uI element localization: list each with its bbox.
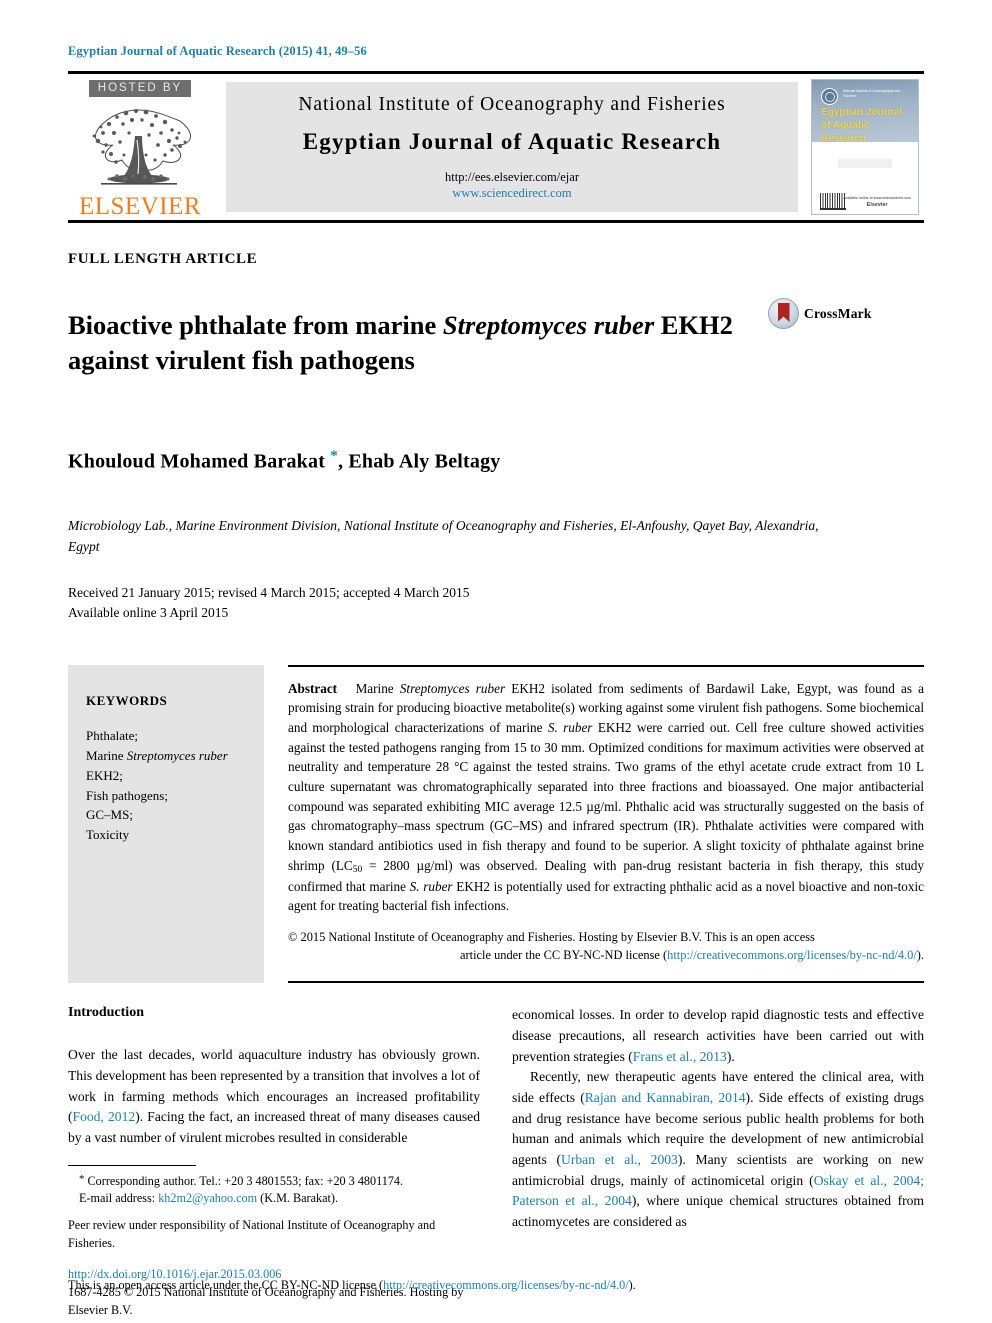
intro-paragraph-left: Over the last decades, world aquaculture… xyxy=(68,1045,480,1148)
received-date: Received 21 January 2015; revised 4 Marc… xyxy=(68,585,470,601)
column-left: Introduction Over the last decades, worl… xyxy=(68,1005,480,1319)
license-footer-suffix: ). xyxy=(628,1278,636,1293)
abstract-bottom-rule xyxy=(288,981,924,984)
corresponding-author-text: Corresponding author. Tel.: +20 3 480155… xyxy=(87,1173,404,1188)
abstract-seg-3: EKH2 were carried out. Cell free culture… xyxy=(288,719,925,873)
abstract-italic-2: S. ruber xyxy=(547,719,593,735)
article-type-label: FULL LENGTH ARTICLE xyxy=(68,251,258,267)
title-italic-genus: Streptomyces xyxy=(442,309,588,340)
journal-urls: http://ees.elsevier.com/ejar www.science… xyxy=(445,169,579,201)
keyword-text: Fish pathogens; xyxy=(86,787,168,803)
keyword-text: EKH2; xyxy=(86,767,123,783)
copyright-line-1: © 2015 National Institute of Oceanograph… xyxy=(288,930,815,945)
crossmark-label: CrossMark xyxy=(804,305,872,321)
email-link[interactable]: kh2m2@yahoo.com xyxy=(158,1191,257,1205)
abstract-seg-1: Marine xyxy=(355,680,400,696)
keyword-italic: Streptomyces ruber xyxy=(126,748,228,764)
page-title: Bioactive phthalate from marine Streptom… xyxy=(68,308,768,378)
keyword-item: Marine Streptomyces ruber xyxy=(86,746,248,766)
keyword-text: Phthalate; xyxy=(86,728,138,744)
sciencedirect-url[interactable]: www.sciencedirect.com xyxy=(445,185,579,201)
license-footer-prefix: This is an open access article under the… xyxy=(68,1278,384,1293)
keywords-panel: KEYWORDS Phthalate; Marine Streptomyces … xyxy=(68,664,264,984)
elsevier-tree-icon xyxy=(79,100,201,193)
journal-title-block: National Institute of Oceanography and F… xyxy=(226,82,798,212)
citation-link[interactable]: Urban et al., 2003 xyxy=(561,1152,678,1167)
footnote-rule xyxy=(68,1164,196,1166)
citation-link[interactable]: Rajan and Kannabiran, 2014 xyxy=(585,1090,746,1105)
keyword-text: GC–MS; xyxy=(86,807,133,823)
keyword-text: Toxicity xyxy=(86,827,130,843)
abstract-top-rule xyxy=(288,664,924,667)
keyword-item: GC–MS; xyxy=(86,805,248,825)
intro-paragraph-right-1: economical losses. In order to develop r… xyxy=(512,1005,924,1067)
author-secondary: , Ehab Aly Beltagy xyxy=(337,450,501,473)
abstract-text: Abstract Marine Streptomyces ruber EKH2 … xyxy=(288,679,924,917)
elsevier-wordmark: ELSEVIER xyxy=(78,193,202,221)
available-online-date: Available online 3 April 2015 xyxy=(68,605,229,621)
body-columns: Introduction Over the last decades, worl… xyxy=(68,1005,924,1319)
author-list: Khouloud Mohamed Barakat *, Ehab Aly Bel… xyxy=(68,448,924,474)
corresponding-author-marker[interactable]: * xyxy=(330,448,338,464)
keyword-item: Phthalate; xyxy=(86,726,248,746)
intro-paragraph-right-2: Recently, new therapeutic agents have en… xyxy=(512,1067,924,1232)
author-primary: Khouloud Mohamed Barakat xyxy=(68,450,331,473)
license-link[interactable]: http://creativecommons.org/licenses/by-n… xyxy=(667,948,917,962)
abstract-italic-3: S. ruber xyxy=(409,878,453,894)
keyword-item: Fish pathogens; xyxy=(86,786,248,806)
license-prefix: article under the CC BY-NC-ND license ( xyxy=(460,948,668,963)
publisher-brand: HOSTED BY ELSEVIER xyxy=(68,74,220,220)
cover-publisher: Available online at www.sciencedirect.co… xyxy=(844,196,911,209)
corresponding-author-footnote: * Corresponding author. Tel.: +20 3 4801… xyxy=(68,1172,480,1191)
cover-journal-title: Egyptian Journal of Aquatic Research xyxy=(821,107,903,144)
crossmark-icon xyxy=(768,298,799,329)
article-page: Egyptian Journal of Aquatic Research (20… xyxy=(0,0,992,1323)
keywords-heading: KEYWORDS xyxy=(86,692,168,708)
running-head: Egyptian Journal of Aquatic Research (20… xyxy=(68,44,367,58)
journal-cover-thumbnail: National Institute of Oceanography and F… xyxy=(798,74,924,220)
cover-publisher-name: Elsevier xyxy=(866,201,888,208)
title-text-1: Bioactive phthalate from marine xyxy=(68,309,443,340)
abstract-subscript: 50 xyxy=(352,864,363,875)
barcode-icon xyxy=(820,193,846,210)
keyword-text: Marine xyxy=(86,748,127,764)
keyword-item: EKH2; xyxy=(86,766,248,786)
cover-image-area xyxy=(812,142,918,190)
abstract-copyright: © 2015 National Institute of Oceanograph… xyxy=(288,929,924,965)
abstract-block: KEYWORDS Phthalate; Marine Streptomyces … xyxy=(68,664,924,984)
column-right: economical losses. In order to develop r… xyxy=(512,1005,924,1319)
footnote-star-icon: * xyxy=(79,1172,85,1185)
abstract-body: Abstract Marine Streptomyces ruber EKH2 … xyxy=(288,664,924,984)
email-footnote: E-mail address: kh2m2@yahoo.com (K.M. Ba… xyxy=(68,1190,480,1208)
institute-name: National Institute of Oceanography and F… xyxy=(298,93,726,115)
license-suffix: ). xyxy=(916,948,924,963)
email-label: E-mail address: xyxy=(79,1191,159,1206)
affiliation: Microbiology Lab., Marine Environment Di… xyxy=(68,517,819,554)
license-footer-link[interactable]: http://creativecommons.org/licenses/by-n… xyxy=(383,1278,629,1292)
journal-title: Egyptian Journal of Aquatic Research xyxy=(302,128,722,154)
cover-org-line: National Institute of Oceanography and F… xyxy=(843,89,901,99)
title-italic-species: ruber xyxy=(593,309,655,340)
abstract-italic-1: Streptomyces ruber xyxy=(399,680,506,696)
institute-seal-icon xyxy=(821,88,838,105)
keyword-item: Toxicity xyxy=(86,825,248,845)
submission-url[interactable]: http://ees.elsevier.com/ejar xyxy=(445,169,579,185)
abstract-label: Abstract xyxy=(288,680,338,696)
license-footer: This is an open access article under the… xyxy=(68,1277,924,1295)
email-owner: (K.M. Barakat). xyxy=(257,1191,338,1206)
peer-review-note: Peer review under responsibility of Nati… xyxy=(68,1217,436,1250)
section-heading-introduction: Introduction xyxy=(68,1005,144,1021)
citation-link[interactable]: Food, 2012 xyxy=(73,1109,136,1124)
publication-dates: Received 21 January 2015; revised 4 Marc… xyxy=(68,583,924,622)
journal-masthead: HOSTED BY ELSEVIER National Institute of… xyxy=(68,71,924,223)
copyright-line-2: article under the CC BY-NC-ND license (h… xyxy=(288,947,924,965)
citation-link[interactable]: Frans et al., 2013 xyxy=(633,1049,727,1064)
crossmark-badge[interactable]: CrossMark xyxy=(768,298,872,329)
intro-right-seg-2: ). xyxy=(726,1048,735,1064)
hosted-by-badge: HOSTED BY xyxy=(88,80,192,98)
